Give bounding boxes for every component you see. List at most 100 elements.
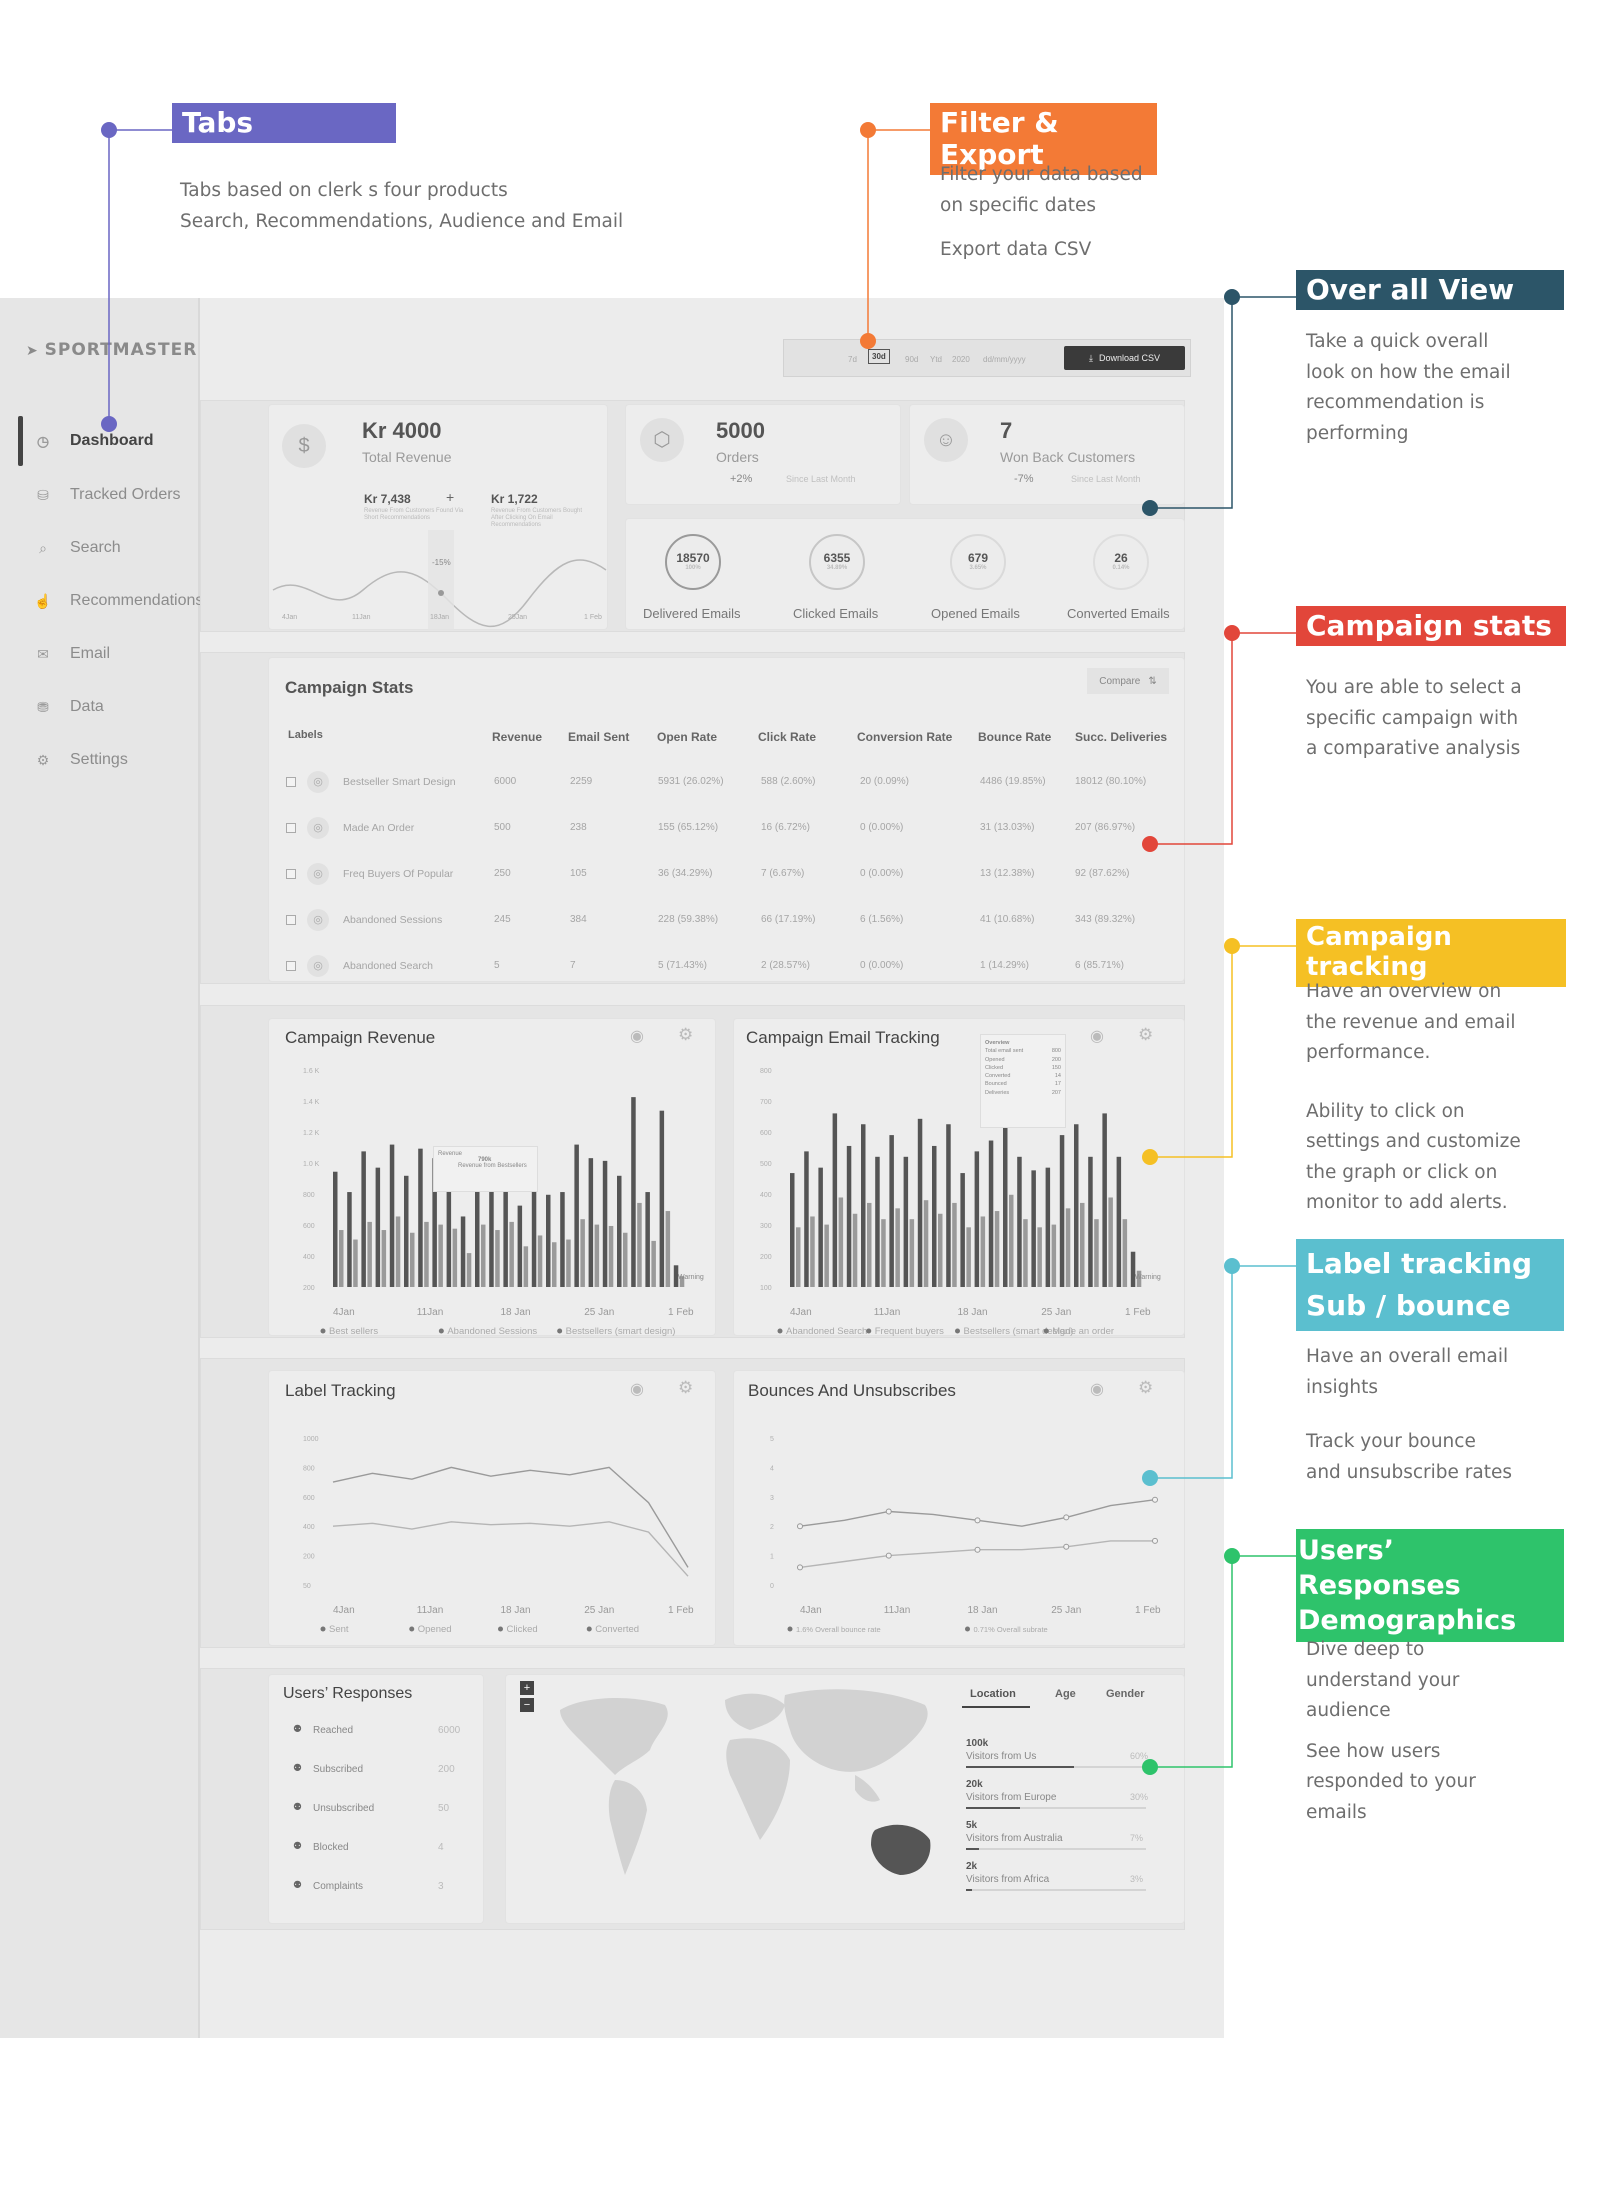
revenue-sub2-desc: Revenue From Customers Bought After Clic… bbox=[491, 508, 583, 529]
callout-dot bbox=[860, 122, 876, 138]
winback-since: Since Last Month bbox=[1071, 474, 1141, 484]
revenue-tooltip: Revenue 790k Revenue from Bestsellers bbox=[433, 1146, 538, 1192]
demographic-bar bbox=[966, 1848, 979, 1850]
tab-gender[interactable]: Gender bbox=[1106, 1688, 1145, 1700]
label-tracking-title: Label Tracking bbox=[285, 1381, 396, 1400]
settings-gear-icon[interactable]: ⚙ bbox=[1138, 1025, 1153, 1045]
tab-location-underline bbox=[962, 1706, 1030, 1708]
users-response-value: 3 bbox=[438, 1881, 444, 1892]
sidebar-item-email[interactable]: ✉ Email bbox=[34, 645, 110, 663]
converted-emails-gauge: 26 0.14% bbox=[1093, 534, 1149, 590]
filter-ytd[interactable]: Ytd bbox=[930, 355, 942, 364]
demographic-bar bbox=[966, 1766, 1074, 1768]
table-header-labels: Labels bbox=[288, 729, 323, 741]
active-tab-indicator bbox=[18, 416, 23, 466]
tab-age[interactable]: Age bbox=[1055, 1688, 1076, 1700]
demographic-bar bbox=[966, 1889, 972, 1891]
table-cell-succ: 18012 (80.10%) bbox=[1075, 776, 1147, 787]
table-cell-succ: 343 (89.32%) bbox=[1075, 914, 1136, 925]
callout-label-tracking-title: Label tracking Sub / bounce bbox=[1296, 1239, 1564, 1331]
table-cell-open: 228 (59.38%) bbox=[658, 914, 719, 925]
users-response-label: Reached bbox=[313, 1725, 354, 1736]
orders-change: +2% bbox=[730, 473, 753, 485]
revenue-xtick: 4Jan bbox=[282, 614, 298, 621]
filter-7d[interactable]: 7d bbox=[848, 355, 857, 364]
revenue-xtick: 1 Feb bbox=[584, 614, 602, 621]
campaign-icon: ◎ bbox=[307, 863, 329, 885]
table-cell-sent: 2259 bbox=[570, 776, 593, 787]
tooltip-value: 200 bbox=[1051, 1056, 1061, 1063]
table-cell-sent: 7 bbox=[570, 960, 576, 971]
sidebar-item-tracked-orders[interactable]: ⛁ Tracked Orders bbox=[34, 486, 180, 504]
download-icon: ⤓ bbox=[1088, 352, 1093, 363]
callout-campaign-stats-desc: You are able to select a specific campai… bbox=[1306, 677, 1522, 760]
callout-dot bbox=[1142, 1470, 1158, 1486]
users-responses-title: Users’ Responses bbox=[283, 1685, 413, 1702]
row-checkbox[interactable] bbox=[286, 961, 296, 971]
compare-button[interactable]: Compare ⇅ bbox=[1087, 668, 1169, 694]
filter-30d[interactable]: 30d bbox=[868, 349, 890, 364]
table-cell-sent: 105 bbox=[570, 868, 587, 879]
tooltip-row: Opened 200 bbox=[985, 1056, 1061, 1064]
demographic-value: 2k bbox=[966, 1861, 978, 1872]
tab-location[interactable]: Location bbox=[970, 1688, 1016, 1700]
sort-icon: ⇅ bbox=[1148, 675, 1157, 687]
filter-date-input[interactable]: dd/mm/yyyy bbox=[983, 355, 1026, 364]
table-cell-sent: 238 bbox=[570, 822, 587, 833]
zoom-in-button[interactable]: + bbox=[520, 1681, 534, 1695]
campaign-icon: ◎ bbox=[307, 817, 329, 839]
tooltip-label: Deliveries bbox=[985, 1089, 1010, 1096]
table-cell-conv: 0 (0.00%) bbox=[860, 822, 904, 833]
row-checkbox[interactable] bbox=[286, 915, 296, 925]
demographic-label: Visitors from Australia bbox=[966, 1833, 1063, 1844]
tooltip-row: Deliveries 207 bbox=[985, 1089, 1061, 1097]
table-cell-open: 5931 (26.02%) bbox=[658, 776, 724, 787]
table-cell-label: Bestseller Smart Design bbox=[343, 776, 456, 788]
table-header-revenue: Revenue bbox=[492, 730, 543, 744]
monitor-eye-icon[interactable]: ◉ bbox=[1090, 1379, 1104, 1399]
callout-dot bbox=[101, 416, 117, 432]
world-map[interactable] bbox=[555, 1680, 955, 1900]
table-cell-revenue: 500 bbox=[494, 822, 511, 833]
callout-dot bbox=[1142, 836, 1158, 852]
table-cell-click: 588 (2.60%) bbox=[761, 776, 816, 787]
opened-emails-label: Opened Emails bbox=[931, 606, 1020, 621]
filter-90d[interactable]: 90d bbox=[905, 355, 918, 364]
row-checkbox[interactable] bbox=[286, 869, 296, 879]
callout-dot bbox=[1224, 1548, 1240, 1564]
clock-icon: ◷ bbox=[36, 432, 50, 449]
filter-2020[interactable]: 2020 bbox=[952, 355, 970, 364]
table-header-conversion-rate: Conversion Rate bbox=[857, 730, 953, 744]
table-cell-revenue: 6000 bbox=[494, 776, 517, 787]
tooltip-row: Bounced 17 bbox=[985, 1080, 1061, 1088]
monitor-eye-icon[interactable]: ◉ bbox=[1090, 1026, 1104, 1046]
callout-users-desc: Dive deep to understand your audience See… bbox=[1306, 1639, 1476, 1823]
sidebar-item-dashboard[interactable]: ◷ Dashboard bbox=[34, 432, 154, 450]
sidebar-item-data[interactable]: ⛃ Data bbox=[34, 698, 104, 716]
zoom-out-button[interactable]: − bbox=[520, 1698, 534, 1712]
sidebar-item-search[interactable]: ⌕ Search bbox=[34, 539, 121, 557]
settings-gear-icon[interactable]: ⚙ bbox=[1138, 1378, 1153, 1398]
campaign-revenue-title: Campaign Revenue bbox=[285, 1028, 436, 1047]
demographic-bar bbox=[966, 1807, 1020, 1809]
monitor-eye-icon[interactable]: ◉ bbox=[630, 1026, 644, 1046]
row-checkbox[interactable] bbox=[286, 777, 296, 787]
table-cell-bounce: 4486 (19.85%) bbox=[980, 776, 1046, 787]
sidebar-item-settings[interactable]: ⚙ Settings bbox=[34, 751, 128, 769]
row-checkbox[interactable] bbox=[286, 823, 296, 833]
revenue-sub1-desc: Revenue From Customers Found Via Short R… bbox=[364, 508, 464, 522]
table-row[interactable] bbox=[282, 811, 1172, 847]
users-response-value: 200 bbox=[438, 1764, 455, 1775]
revenue-value: Kr 4000 bbox=[362, 418, 442, 443]
settings-gear-icon[interactable]: ⚙ bbox=[678, 1025, 693, 1045]
callout-label-tracking-desc: Have an overall email insights Track your… bbox=[1306, 1346, 1513, 1483]
revenue-marker: -15% bbox=[432, 558, 451, 567]
demographic-bar-track bbox=[966, 1889, 1146, 1891]
callout-dot bbox=[1224, 289, 1240, 305]
download-csv-button[interactable]: ⤓ Download CSV bbox=[1064, 346, 1185, 370]
tooltip-value: 800 bbox=[1051, 1048, 1061, 1055]
monitor-eye-icon[interactable]: ◉ bbox=[630, 1379, 644, 1399]
sidebar-item-recommendations[interactable]: ☝ Recommendations bbox=[34, 592, 203, 610]
demographic-value: 20k bbox=[966, 1779, 983, 1790]
settings-gear-icon[interactable]: ⚙ bbox=[678, 1378, 693, 1398]
